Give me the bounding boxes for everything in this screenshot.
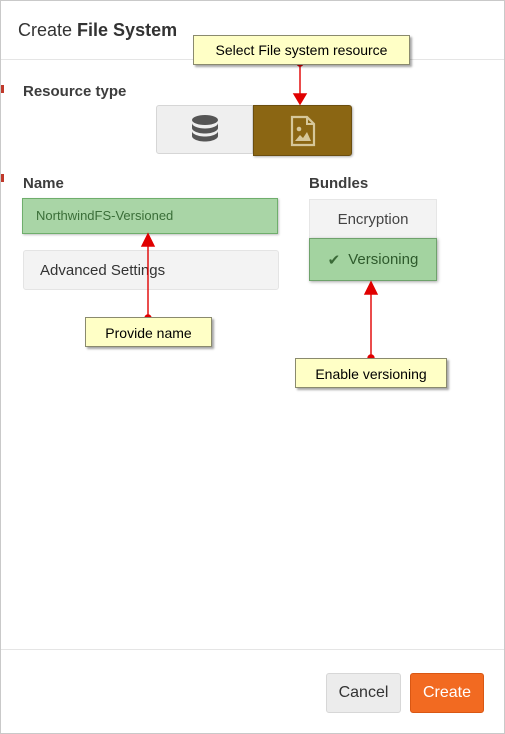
arrow-head-resource	[292, 93, 308, 106]
arrow-head-name	[140, 232, 156, 247]
callout-select-resource: Select File system resource	[193, 35, 410, 65]
callout-enable-versioning: Enable versioning	[295, 358, 447, 388]
callout-provide-name: Provide name	[85, 317, 212, 347]
arrow-head-versioning	[363, 280, 379, 295]
